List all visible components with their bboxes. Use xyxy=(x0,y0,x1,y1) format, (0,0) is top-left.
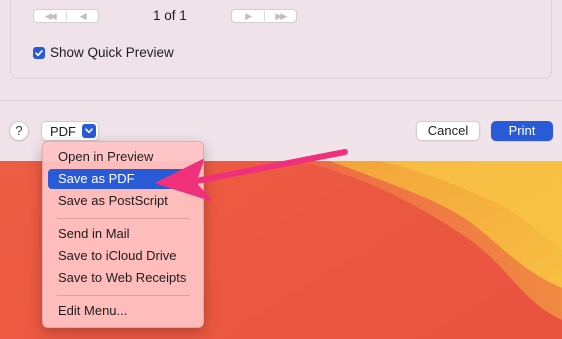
annotation-arrow-icon xyxy=(156,149,348,201)
screen: ◀◀ ◀ 1 of 1 ▶ ▶▶ Show Quick Preview ? PD… xyxy=(0,0,562,339)
